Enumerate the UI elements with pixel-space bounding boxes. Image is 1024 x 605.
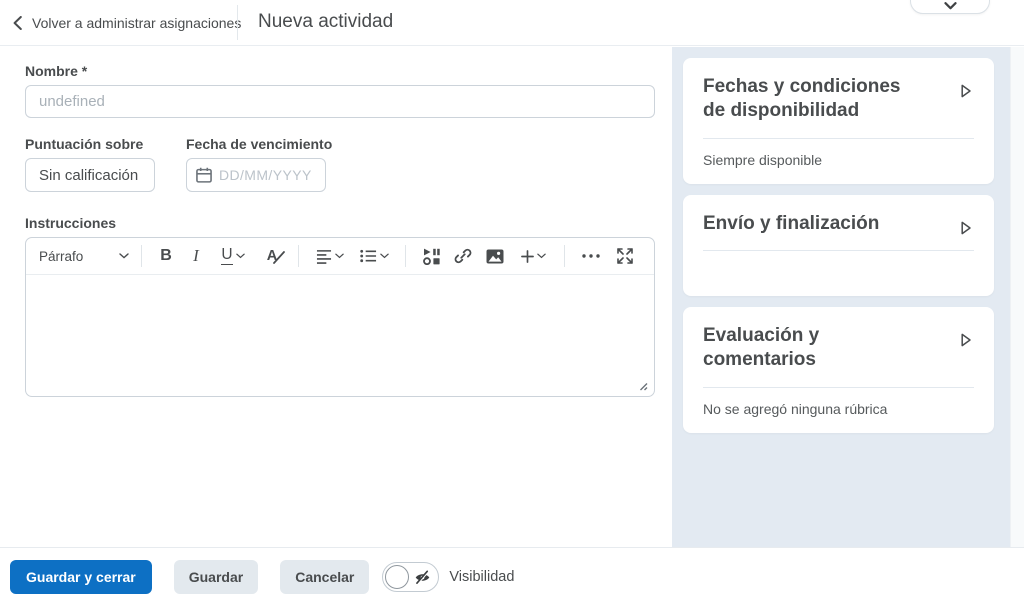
font-color-icon: A <box>267 248 285 264</box>
chevron-left-icon <box>13 16 22 30</box>
chevron-down-icon <box>943 2 957 10</box>
ellipsis-icon <box>582 254 600 258</box>
availability-panel: Fechas y condiciones de disponibilidad S… <box>683 58 994 184</box>
toolbar-divider <box>564 245 565 267</box>
chevron-down-icon <box>235 253 245 259</box>
chevron-right-icon <box>960 332 972 348</box>
due-date-field[interactable] <box>186 158 326 192</box>
insert-link-button[interactable] <box>447 242 479 270</box>
back-link-label: Volver a administrar asignaciones <box>32 15 242 31</box>
collapse-header-button[interactable] <box>910 0 990 14</box>
expand-availability-panel-button[interactable] <box>952 77 980 105</box>
toolbar-divider <box>405 245 406 267</box>
bold-icon: B <box>160 247 172 264</box>
bullet-list-icon <box>359 249 377 263</box>
editor-toolbar: Párrafo B I U A <box>26 238 654 275</box>
italic-button[interactable]: I <box>181 242 211 270</box>
instructions-editor: Párrafo B I U A <box>25 237 655 397</box>
action-bar: Guardar y cerrar Guardar Cancelar Visibi… <box>0 547 1024 605</box>
editor-resize-handle[interactable] <box>636 379 648 391</box>
fullscreen-button[interactable] <box>608 242 642 270</box>
calendar-icon <box>196 167 212 183</box>
evaluation-panel: Evaluación y comentarios No se agregó ni… <box>683 306 994 433</box>
chevron-down-icon <box>119 253 129 259</box>
scrollbar-track[interactable] <box>1010 47 1024 547</box>
expand-icon <box>617 248 633 264</box>
align-dropdown[interactable] <box>308 242 352 270</box>
plus-icon <box>520 249 534 263</box>
cancel-button[interactable]: Cancelar <box>280 559 370 594</box>
toggle-knob <box>385 564 410 589</box>
eye-off-icon <box>414 569 431 585</box>
insert-image-button[interactable] <box>479 242 511 270</box>
visibility-control: Visibilidad <box>382 561 515 592</box>
page-title: Nueva actividad <box>258 11 394 32</box>
submission-panel: Envío y finalización <box>683 194 994 296</box>
visibility-label: Visibilidad <box>449 568 515 585</box>
toolbar-divider <box>141 245 142 267</box>
save-button[interactable]: Guardar <box>173 559 259 594</box>
list-dropdown[interactable] <box>352 242 396 270</box>
visibility-toggle[interactable] <box>382 561 440 592</box>
top-bar: Volver a administrar asignaciones Nueva … <box>0 0 1024 46</box>
image-icon <box>486 249 504 264</box>
panel-title: Fechas y condiciones de disponibilidad <box>703 76 901 122</box>
chevron-down-icon <box>379 253 389 259</box>
chevron-down-icon <box>335 253 344 259</box>
settings-sidebar: Fechas y condiciones de disponibilidad S… <box>672 47 1010 547</box>
instructions-label: Instrucciones <box>25 215 117 231</box>
font-color-button[interactable]: A <box>255 242 289 270</box>
insert-more-dropdown[interactable] <box>511 242 555 270</box>
assignment-form: Nombre * Puntuación sobre Fecha de venci… <box>0 47 672 547</box>
instructions-editor-content[interactable] <box>26 275 654 396</box>
paragraph-format-label: Párrafo <box>39 248 84 264</box>
insert-stuff-button[interactable] <box>415 242 447 270</box>
required-marker: * <box>81 63 88 79</box>
panel-title: Evaluación y comentarios <box>703 324 820 371</box>
link-icon <box>454 247 472 265</box>
due-date-label: Fecha de vencimiento <box>186 136 333 152</box>
score-label: Puntuación sobre <box>25 136 144 152</box>
back-link[interactable]: Volver a administrar asignaciones <box>13 0 241 46</box>
paragraph-format-dropdown[interactable]: Párrafo <box>36 242 132 270</box>
new-assignment-page: Volver a administrar asignaciones Nueva … <box>0 0 1024 605</box>
availability-summary: Siempre disponible <box>703 151 823 168</box>
save-and-close-button[interactable]: Guardar y cerrar <box>10 559 152 594</box>
italic-icon: I <box>193 246 199 265</box>
submission-summary <box>703 251 974 280</box>
toolbar-divider <box>298 245 299 267</box>
chevron-right-icon <box>960 220 972 236</box>
insert-stuff-icon <box>422 248 440 265</box>
more-actions-button[interactable] <box>574 242 608 270</box>
align-left-icon <box>316 249 332 264</box>
evaluation-summary: No se agregó ninguna rúbrica <box>703 400 888 417</box>
chevron-down-icon <box>536 253 546 259</box>
chevron-right-icon <box>960 83 972 99</box>
bold-button[interactable]: B <box>151 242 181 270</box>
name-input[interactable] <box>25 85 655 118</box>
underline-icon: U <box>221 246 233 265</box>
expand-submission-panel-button[interactable] <box>952 214 980 242</box>
panel-title: Envío y finalización <box>703 212 880 234</box>
name-label: Nombre * <box>25 63 88 79</box>
due-date-input[interactable] <box>219 167 319 183</box>
expand-evaluation-panel-button[interactable] <box>952 326 980 354</box>
header-divider <box>237 5 238 40</box>
score-input[interactable] <box>25 158 155 192</box>
underline-dropdown[interactable]: U <box>211 242 255 270</box>
